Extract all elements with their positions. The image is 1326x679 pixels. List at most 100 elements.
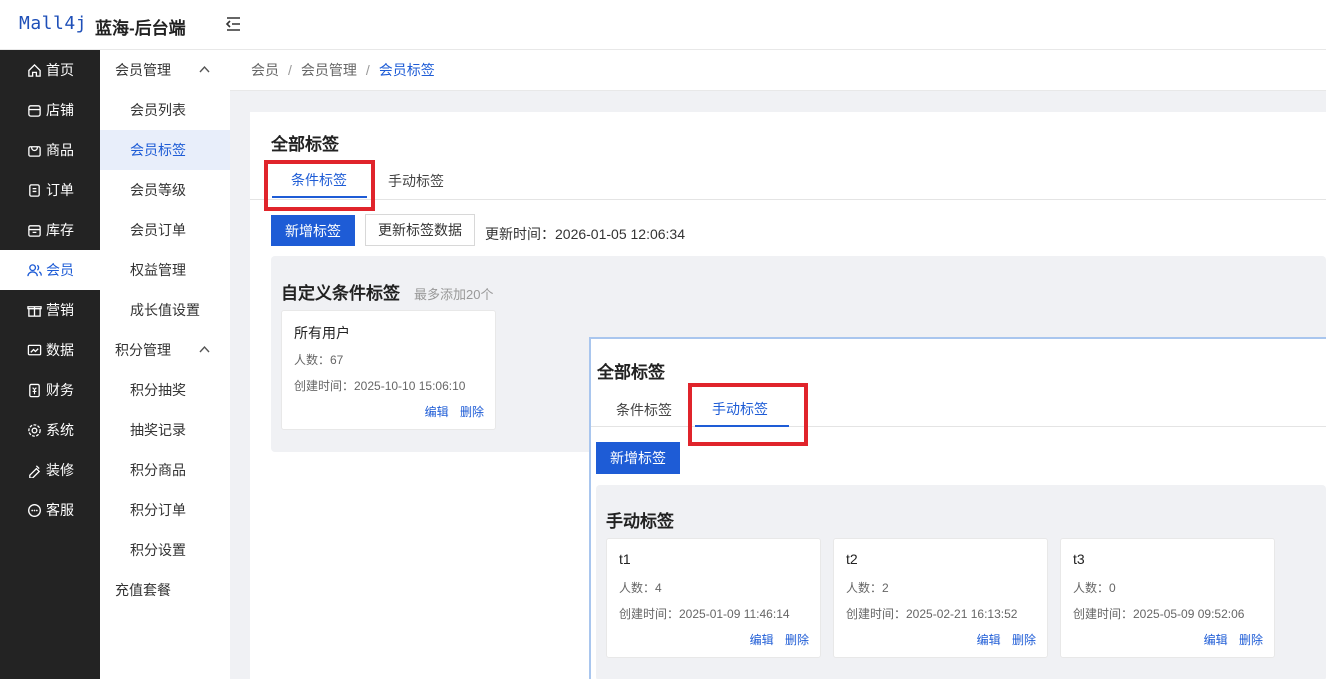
tag-actions: 编辑 删除 [1196,631,1263,648]
nav-item-label: 系统 [46,422,74,438]
nav-item-shop[interactable]: 店铺 [0,90,100,130]
breadcrumb-current: 会员标签 [378,62,435,78]
add-tag-button[interactable]: 新增标签 [596,442,680,474]
nav-item-home[interactable]: 首页 [0,50,100,90]
refresh-tag-data-button[interactable]: 更新标签数据 [365,214,475,246]
nav-item-label: 订单 [46,182,74,198]
nav-item-label: 商品 [46,142,74,158]
bag-icon [28,145,41,157]
sidebar-item-member-tags[interactable]: 会员标签 [100,130,230,170]
tag-card: t1 人数：4 创建时间：2025-01-09 11:46:14 编辑 删除 [606,538,821,658]
tag-actions: 编辑 删除 [417,403,484,420]
edit-link[interactable]: 编辑 [1204,633,1228,647]
delete-link[interactable]: 删除 [1012,633,1036,647]
shop-icon [28,104,41,117]
nav-item-label: 首页 [46,62,74,78]
nav-group-member-management[interactable]: 会员管理 [100,50,230,90]
update-time: 更新时间：2026-01-05 12:06:34 [485,226,685,242]
tag-name: t1 [619,551,631,567]
collapse-menu-icon[interactable] [224,15,242,33]
nav-item-members[interactable]: 会员 [0,250,100,290]
section-title: 自定义条件标签 最多添加20个 [281,279,493,304]
nav-item-finance[interactable]: 财务 [0,370,100,410]
nav-item-decoration[interactable]: 装修 [0,450,100,490]
tag-name: t3 [1073,551,1085,567]
nav-group-label: 会员管理 [115,62,171,78]
delete-link[interactable]: 删除 [1239,633,1263,647]
nav-item-label: 客服 [46,502,74,518]
box-icon [28,224,41,237]
nav-item-service[interactable]: 客服 [0,490,100,530]
tag-created-time: 创建时间：2025-01-09 11:46:14 [619,607,790,621]
tag-created-time: 创建时间：2025-02-21 16:13:52 [846,607,1018,621]
tag-member-count: 人数：4 [619,581,662,595]
sidebar-item-growth-settings[interactable]: 成长值设置 [100,290,230,330]
nav-item-label: 店铺 [46,102,74,118]
gear-icon [28,423,41,437]
tag-member-count: 人数：67 [294,353,344,367]
nav-item-goods[interactable]: 商品 [0,130,100,170]
edit-link[interactable]: 编辑 [977,633,1001,647]
home-icon [28,63,41,77]
delete-link[interactable]: 删除 [785,633,809,647]
sidebar-item-points-lottery[interactable]: 积分抽奖 [100,370,230,410]
sidebar-item-points-goods[interactable]: 积分商品 [100,450,230,490]
add-tag-button[interactable]: 新增标签 [271,215,355,246]
chevron-up-icon [199,65,210,73]
breadcrumb-item-member-management[interactable]: 会员管理 [301,60,357,80]
nav-item-label: 会员 [46,262,74,278]
edit-link[interactable]: 编辑 [425,405,449,419]
breadcrumb-item-members[interactable]: 会员 [251,60,279,80]
nav-item-system[interactable]: 系统 [0,410,100,450]
nav-item-label: 数据 [46,342,74,358]
delete-link[interactable]: 删除 [460,405,484,419]
sidebar-item-points-settings[interactable]: 积分设置 [100,530,230,570]
tag-name: t2 [846,551,858,567]
tag-actions: 编辑 删除 [742,631,809,648]
nav-group-points-management[interactable]: 积分管理 [100,330,230,370]
chart-icon [27,344,42,355]
breadcrumb: 会员 / 会员管理 / 会员标签 [230,50,1326,91]
page-title: 全部标签 [271,135,339,154]
breadcrumb-separator: / [288,62,292,78]
primary-sidebar: 首页 店铺 商品 订单 库存 会员 营销 数据 财务 系统 装修 客服 [0,50,100,679]
section-title-text: 自定义条件标签 [281,284,400,303]
sidebar-item-points-orders[interactable]: 积分订单 [100,490,230,530]
nav-item-marketing[interactable]: 营销 [0,290,100,330]
sidebar-item-lottery-records[interactable]: 抽奖记录 [100,410,230,450]
order-icon [29,183,40,197]
money-icon [29,383,40,397]
nav-item-label: 装修 [46,462,74,478]
sidebar-item-member-levels[interactable]: 会员等级 [100,170,230,210]
gift-icon [27,305,42,317]
chevron-up-icon [199,345,210,353]
brush-icon [29,464,41,478]
top-bar: Mall4j 蓝海-后台端 [0,0,1326,50]
sidebar-item-member-orders[interactable]: 会员订单 [100,210,230,250]
shop-name: 蓝海-后台端 [95,19,186,38]
user-icon [27,263,42,276]
tag-tabs: 条件标签 手动标签 [250,162,1326,200]
edit-link[interactable]: 编辑 [750,633,774,647]
tag-card: t2 人数：2 创建时间：2025-02-21 16:13:52 编辑 删除 [833,538,1048,658]
manual-tags-section: 手动标签 t1 人数：4 创建时间：2025-01-09 11:46:14 编辑… [596,485,1326,679]
tab-condition-tags[interactable]: 条件标签 [616,400,672,420]
sidebar-item-benefits[interactable]: 权益管理 [100,250,230,290]
nav-item-data[interactable]: 数据 [0,330,100,370]
highlight-box [688,383,808,446]
nav-item-label: 财务 [46,382,74,398]
tag-member-count: 人数：0 [1073,581,1116,595]
tag-created-time: 创建时间：2025-10-10 15:06:10 [294,379,466,393]
tag-card: 所有用户 人数：67 创建时间：2025-10-10 15:06:10 编辑 删… [281,310,496,430]
secondary-sidebar: 会员管理 会员列表 会员标签 会员等级 会员订单 权益管理 成长值设置 积分管理… [100,50,230,679]
nav-item-label: 营销 [46,302,74,318]
nav-item-stock[interactable]: 库存 [0,210,100,250]
breadcrumb-separator: / [365,62,370,78]
nav-group-recharge-packages[interactable]: 充值套餐 [100,570,230,610]
nav-group-label: 积分管理 [115,342,171,358]
nav-item-orders[interactable]: 订单 [0,170,100,210]
chat-icon [28,503,41,517]
tab-manual-tags[interactable]: 手动标签 [388,171,444,191]
sidebar-item-member-list[interactable]: 会员列表 [100,90,230,130]
logo: Mall4j [19,13,88,34]
